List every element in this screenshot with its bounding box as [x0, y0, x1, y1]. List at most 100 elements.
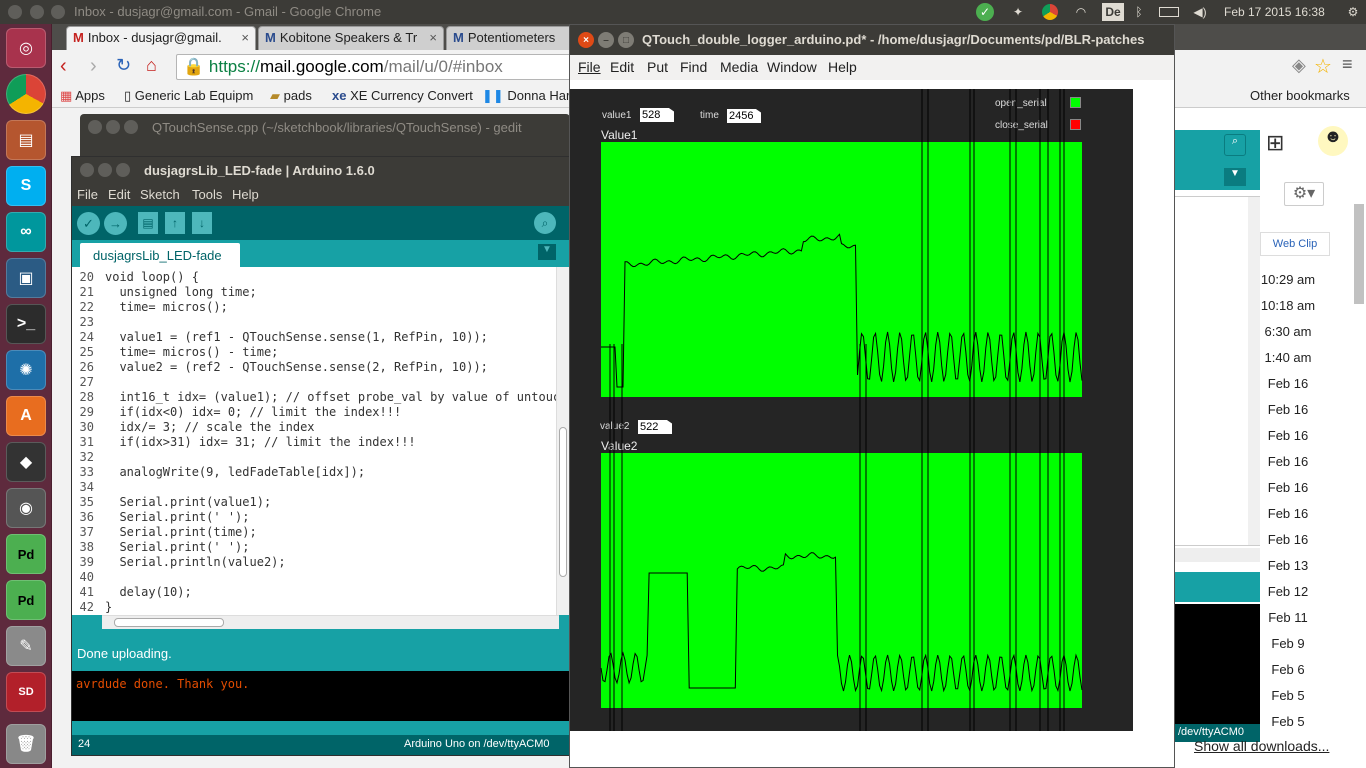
arduino-icon[interactable]: ∞ — [6, 212, 46, 252]
bookmark-apps[interactable]: ▦ Apps — [60, 88, 105, 104]
mail-date[interactable]: Feb 5 — [1258, 714, 1318, 729]
keyboard-layout[interactable]: De — [1102, 3, 1124, 21]
skype-icon[interactable]: S — [6, 166, 46, 206]
pd-icon[interactable]: Pd — [6, 534, 46, 574]
save-icon[interactable]: ↓ — [192, 212, 212, 234]
mail-date[interactable]: Feb 16 — [1258, 532, 1318, 547]
tab-menu-icon[interactable]: ▼ — [538, 244, 556, 260]
serial-monitor-icon[interactable]: ⌕ — [534, 212, 556, 234]
serial-monitor-icon[interactable]: ⌕ — [1224, 134, 1246, 156]
close-icon[interactable]: × — [429, 30, 437, 45]
minimize-icon[interactable]: – — [598, 32, 614, 48]
tab-sketch[interactable]: dusjagrsLib_LED-fade — [80, 243, 240, 267]
chrome-menu-icon[interactable]: ≡ — [1342, 54, 1353, 75]
mail-date[interactable]: Feb 9 — [1258, 636, 1318, 651]
menu-tools[interactable]: Tools — [192, 187, 222, 202]
battery-icon[interactable] — [1156, 3, 1182, 21]
bookmark-generic-lab[interactable]: ▯ Generic Lab Equipm — [124, 88, 253, 104]
menu-edit[interactable]: Edit — [610, 59, 634, 75]
open-icon[interactable]: ↑ — [165, 212, 185, 234]
window-controls[interactable] — [80, 163, 130, 180]
window-controls[interactable] — [88, 120, 138, 137]
mail-date[interactable]: 10:29 am — [1258, 272, 1318, 287]
menu-help[interactable]: Help — [828, 59, 857, 75]
menu-help[interactable]: Help — [232, 187, 259, 202]
menu-media[interactable]: Media — [720, 59, 758, 75]
bluetooth-icon[interactable]: ᛒ — [1132, 3, 1146, 21]
close-icon[interactable]: × — [241, 30, 249, 45]
software-center-icon[interactable]: A — [6, 396, 46, 436]
menu-sketch[interactable]: Sketch — [140, 187, 180, 202]
mail-date[interactable]: 10:18 am — [1258, 298, 1318, 313]
ubuntu-dash-icon[interactable]: ◎ — [6, 28, 46, 68]
other-bookmarks[interactable]: Other bookmarks — [1250, 88, 1350, 103]
vertical-scrollbar[interactable] — [556, 267, 569, 615]
web-clip-button[interactable]: Web Clip — [1260, 232, 1330, 256]
image-viewer-icon[interactable]: ▣ — [6, 258, 46, 298]
chrome-launcher-icon[interactable] — [6, 74, 46, 114]
new-icon[interactable]: ▤ — [138, 212, 158, 234]
bookmark-donna[interactable]: ❚❚ Donna Hara — [482, 88, 578, 104]
tab-menu-icon[interactable]: ▼ — [1224, 168, 1246, 186]
hscroll[interactable] — [1174, 548, 1260, 562]
mail-date[interactable]: Feb 11 — [1258, 610, 1318, 625]
tab-potentiometers[interactable]: M Potentiometers — [446, 26, 576, 50]
chrome-indicator-icon[interactable] — [1040, 3, 1060, 21]
add-icon[interactable]: ⊞ — [1266, 130, 1284, 156]
menu-find[interactable]: Find — [680, 59, 707, 75]
tab-inbox[interactable]: M Inbox - dusjagr@gmail. × — [66, 26, 256, 50]
sd-card-icon[interactable]: SD — [6, 672, 46, 712]
show-all-downloads-link[interactable]: Show all downloads... — [1194, 738, 1329, 754]
mail-date[interactable]: Feb 16 — [1258, 376, 1318, 391]
page-scrollbar[interactable] — [1354, 204, 1364, 304]
menu-window[interactable]: Window — [767, 59, 817, 75]
menu-file[interactable]: File — [578, 59, 601, 75]
menu-edit[interactable]: Edit — [108, 187, 130, 202]
wifi-icon[interactable]: ◠ — [1070, 3, 1092, 21]
mail-date[interactable]: Feb 16 — [1258, 454, 1318, 469]
mail-date[interactable]: Feb 16 — [1258, 506, 1318, 521]
avatar[interactable]: ☻ — [1318, 126, 1348, 156]
pd-icon-2[interactable]: Pd — [6, 580, 46, 620]
bookmark-pads[interactable]: ▰ pads — [270, 88, 312, 104]
back-icon[interactable]: ‹ — [60, 55, 67, 78]
upload-icon[interactable]: → — [104, 212, 127, 235]
menu-file[interactable]: File — [77, 187, 98, 202]
mail-date[interactable]: Feb 12 — [1258, 584, 1318, 599]
home-icon[interactable]: ⌂ — [146, 55, 157, 76]
mail-date[interactable]: 6:30 am — [1258, 324, 1318, 339]
close-icon[interactable]: × — [578, 32, 594, 48]
mail-date[interactable]: Feb 16 — [1258, 480, 1318, 495]
session-gear-icon[interactable]: ⚙ — [1344, 3, 1362, 21]
pd-canvas[interactable]: value1 528 time 2456 open_serial close_s… — [570, 89, 1133, 731]
mail-date[interactable]: Feb 16 — [1258, 428, 1318, 443]
update-icon[interactable]: ✓ — [975, 3, 995, 21]
forward-icon[interactable]: › — [90, 55, 97, 78]
code-editor[interactable]: 20 21 22 23 24 25 26 27 28 29 30 31 32 33 34 35 36 37 38 39… — [72, 267, 575, 615]
horizontal-scrollbar[interactable] — [102, 615, 559, 629]
reload-icon[interactable]: ↻ — [116, 55, 131, 76]
inkscape-icon[interactable]: ◆ — [6, 442, 46, 482]
shotwell-icon[interactable]: ✺ — [6, 350, 46, 390]
dropbox-icon[interactable]: ✦ — [1008, 3, 1028, 21]
bookmark-star-icon[interactable]: ☆ — [1314, 54, 1332, 79]
menu-put[interactable]: Put — [647, 59, 668, 75]
mail-date[interactable]: Feb 6 — [1258, 662, 1318, 677]
terminal-icon[interactable]: >_ — [6, 304, 46, 344]
mail-date[interactable]: Feb 5 — [1258, 688, 1318, 703]
extension-icon[interactable]: ◈ — [1292, 55, 1306, 76]
mail-date[interactable]: Feb 13 — [1258, 558, 1318, 573]
cheese-webcam-icon[interactable]: ◉ — [6, 488, 46, 528]
files-icon[interactable]: ▤ — [6, 120, 46, 160]
bookmark-xe[interactable]: xe XE Currency Convert — [332, 88, 473, 103]
maximize-icon[interactable]: □ — [618, 32, 634, 48]
mail-date[interactable]: Feb 16 — [1258, 402, 1318, 417]
tab-kobitone[interactable]: M Kobitone Speakers & Tr × — [258, 26, 444, 50]
clock[interactable]: Feb 17 2015 16:38 — [1224, 3, 1334, 21]
settings-gear-icon[interactable]: ⚙▾ — [1284, 182, 1324, 206]
trash-icon[interactable]: 🗑 — [6, 724, 46, 764]
volume-icon[interactable]: ◀) — [1190, 3, 1210, 21]
text-editor-icon[interactable]: ✎ — [6, 626, 46, 666]
mail-date[interactable]: 1:40 am — [1258, 350, 1318, 365]
window-controls[interactable] — [8, 5, 66, 22]
